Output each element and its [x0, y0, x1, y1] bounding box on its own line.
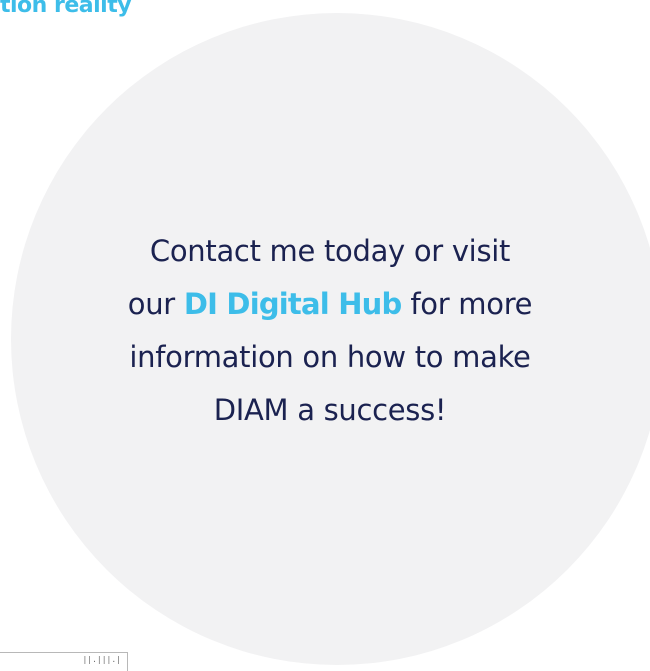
message-line-3: information on how to make: [129, 340, 531, 374]
message-line-2-suffix: for more: [401, 287, 533, 321]
slide-page: tion reality Contact me today or visit o…: [0, 0, 650, 671]
heading-fragment: tion reality: [0, 0, 132, 18]
corner-box: ||.|||.|: [0, 652, 128, 671]
corner-box-text: ||.|||.|: [82, 655, 121, 664]
message-line-2: our DI Digital Hub for more: [56, 278, 604, 331]
contact-message: Contact me today or visit our DI Digital…: [56, 225, 604, 437]
message-line-2-prefix: our: [127, 287, 184, 321]
message-line-4: DIAM a success!: [213, 393, 447, 427]
di-digital-hub-link[interactable]: DI Digital Hub: [184, 287, 402, 321]
message-line-1: Contact me today or visit: [149, 234, 511, 268]
